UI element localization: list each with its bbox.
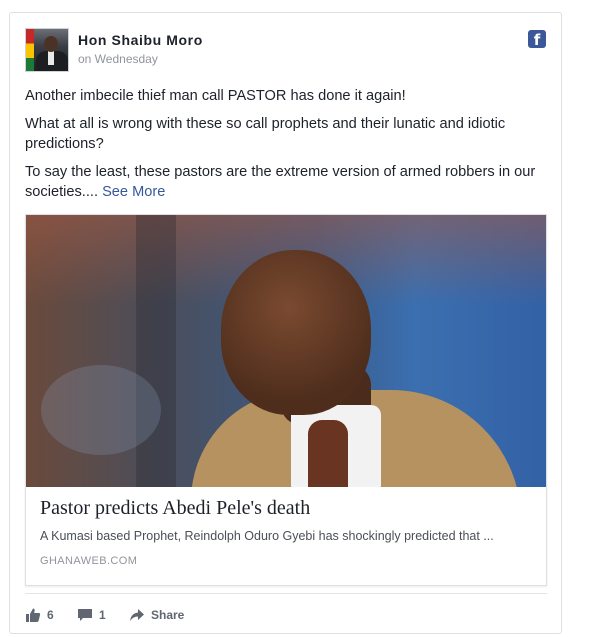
comment-icon xyxy=(78,609,92,621)
share-button[interactable]: Share xyxy=(129,604,184,626)
author-name[interactable]: Hon Shaibu Moro xyxy=(78,32,203,48)
actions-divider xyxy=(25,593,547,594)
link-preview-title[interactable]: Pastor predicts Abedi Pele's death xyxy=(40,497,310,520)
post-header: Hon Shaibu Moro on Wednesday f xyxy=(25,28,546,74)
avatar-flag xyxy=(26,29,34,71)
link-preview-image[interactable] xyxy=(26,215,546,487)
link-preview-description: A Kumasi based Prophet, Reindolph Oduro … xyxy=(40,529,494,543)
post-paragraph-2: What at all is wrong with these so call … xyxy=(25,116,506,152)
facebook-post-card: Hon Shaibu Moro on Wednesday f Another i… xyxy=(9,12,562,634)
post-paragraph-1: Another imbecile thief man call PASTOR h… xyxy=(25,88,406,104)
post-paragraph-3: To say the least, these pastors are the … xyxy=(25,162,550,202)
share-label: Share xyxy=(151,608,185,622)
post-timestamp[interactable]: on Wednesday xyxy=(78,52,158,66)
like-count-button[interactable]: 6 xyxy=(25,604,54,626)
facebook-icon[interactable]: f xyxy=(528,30,546,49)
person-head xyxy=(221,250,371,415)
link-preview-domain: GHANAWEB.COM xyxy=(40,555,138,567)
comment-count: 1 xyxy=(99,608,106,622)
comment-count-button[interactable]: 1 xyxy=(77,604,106,626)
author-avatar[interactable] xyxy=(25,28,69,72)
thumbs-up-icon xyxy=(26,608,41,622)
post-body: Another imbecile thief man call PASTOR h… xyxy=(25,86,550,210)
like-count: 6 xyxy=(47,608,54,622)
link-preview-card[interactable]: Pastor predicts Abedi Pele's death A Kum… xyxy=(25,214,547,586)
see-more-link[interactable]: See More xyxy=(102,184,165,200)
share-arrow-icon xyxy=(130,609,144,621)
